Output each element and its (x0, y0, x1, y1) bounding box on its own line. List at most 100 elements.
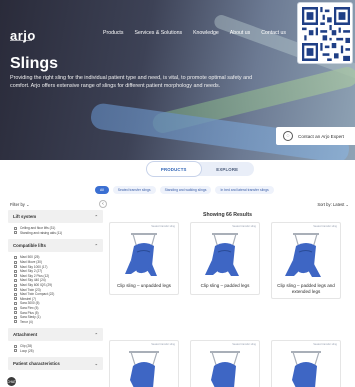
option-label: Tenor (4) (20, 319, 33, 324)
chevron-down-icon: ⌄ (94, 361, 98, 367)
results-count: Showing 66 Results (203, 212, 253, 218)
nav-item-services[interactable]: Services & Solutions (134, 30, 182, 36)
collapse-sidebar-button[interactable]: ‹ (99, 200, 107, 208)
facet-header[interactable]: Compatible lifts ⌃ (8, 239, 103, 253)
product-card[interactable]: Seated transfer sling (190, 340, 260, 387)
product-name[interactable]: Clip sling – unpadded legs (110, 283, 178, 289)
page-title: Slings (10, 55, 59, 72)
option-label: Loop (25) (20, 348, 34, 353)
chat-bubble-icon: ◌ (283, 131, 293, 141)
checkbox[interactable] (14, 344, 17, 348)
product-card[interactable]: Seated transfer sling Clip sling – unpad… (109, 222, 179, 295)
facet-lift-system: Lift system ⌃ Ceiling and floor lifts (31… (8, 210, 103, 235)
option-label: Maxi Twin (23) (20, 287, 41, 292)
nav-item-contact[interactable]: Contact us (261, 30, 286, 36)
option-label: Maxi Twin Compact (22) (20, 292, 55, 297)
checkbox[interactable] (14, 226, 17, 230)
nav-item-about[interactable]: About us (230, 30, 250, 36)
contact-expert-button[interactable]: ◌ Contact an Arjo Expert (276, 127, 355, 145)
checkbox[interactable] (14, 301, 17, 305)
product-card[interactable]: Seated transfer sling Clip sling – padde… (190, 222, 260, 295)
option-label: Maxi Sky 1000 (17) (20, 264, 48, 269)
filter-by-text: Filter by (10, 202, 25, 207)
chip-standing-walking[interactable]: Standing and walking slings (159, 186, 212, 194)
checkbox[interactable] (14, 288, 17, 292)
option-label: Sara Stedy (1) (20, 315, 41, 320)
facet-compatible-lifts: Compatible lifts ⌃ Maxi 500 (25) Maxi Mov… (8, 239, 103, 324)
option-label: Standing and raising aids (11) (20, 230, 63, 235)
tab-explore[interactable]: EXPLORE (201, 162, 255, 176)
sling-image (110, 341, 178, 387)
nav-item-knowledge[interactable]: Knowledge (193, 30, 219, 36)
product-category-badge: Seated transfer sling (232, 343, 256, 346)
facet-header[interactable]: Attachment ⌃ (8, 328, 103, 342)
product-category-badge: Seated transfer sling (313, 225, 337, 228)
facet-header[interactable]: Patient characteristics ⌄ (8, 357, 103, 371)
checkbox[interactable] (14, 311, 17, 315)
checkbox[interactable] (14, 269, 17, 273)
category-chips: All Seated transfer slings Standing and … (95, 186, 274, 194)
chip-seated-transfer[interactable]: Seated transfer slings (112, 186, 156, 194)
sling-image (191, 341, 259, 387)
chevron-down-icon: ⌄ (345, 202, 349, 207)
checkbox[interactable] (14, 283, 17, 287)
nav-item-products[interactable]: Products (103, 30, 123, 36)
filter-option[interactable]: Tenor (4) (8, 320, 103, 325)
sling-image (110, 223, 178, 283)
chip-in-bed-lateral[interactable]: In bed and lateral transfer slings (215, 186, 274, 194)
view-tabs: PRODUCTS EXPLORE (147, 162, 254, 176)
checkbox[interactable] (14, 320, 17, 324)
facet-title: Patient characteristics (13, 361, 60, 367)
qr-code-icon (302, 7, 350, 61)
option-label: Clip (28) (20, 344, 33, 349)
checkbox[interactable] (14, 292, 17, 296)
option-label: Maxi Sky 600 IQS (29) (20, 283, 53, 288)
sling-image (191, 223, 259, 283)
product-name[interactable]: Clip sling – padded legs (191, 283, 259, 289)
filter-by-label[interactable]: Filter by ⌄ (10, 202, 30, 207)
checkbox[interactable] (14, 274, 17, 278)
sort-by-dropdown[interactable]: Sort by: Latest ⌄ (317, 202, 349, 207)
filter-option[interactable]: Loop (25) (8, 349, 103, 354)
facet-title: Attachment (13, 332, 38, 338)
checkbox[interactable] (14, 306, 17, 310)
sling-image (272, 223, 340, 283)
checkbox[interactable] (14, 349, 17, 353)
option-label: Sara Flex (5) (20, 306, 39, 311)
product-name[interactable]: Clip sling – padded legs and extended le… (272, 283, 340, 295)
sling-icon (285, 233, 321, 277)
checkbox[interactable] (14, 260, 17, 264)
checkbox[interactable] (14, 231, 17, 235)
checkbox[interactable] (14, 255, 17, 259)
facet-attachment: Attachment ⌃ Clip (28) Loop (25) (8, 328, 103, 353)
facet-header[interactable]: Lift system ⌃ (8, 210, 103, 223)
filter-option[interactable]: Standing and raising aids (11) (8, 231, 103, 236)
option-label: Maxi Sky 2 (27) (20, 269, 43, 274)
option-label: Maxi Move (30) (20, 260, 42, 265)
option-label: Sara Plus (5) (20, 310, 39, 315)
sort-by-text: Sort by: Latest (317, 202, 345, 207)
chat-widget-button[interactable]: CHAT (7, 377, 16, 386)
checkbox[interactable] (14, 315, 17, 319)
product-card[interactable]: Seated transfer sling Clip sling – padde… (271, 222, 341, 299)
checkbox[interactable] (14, 297, 17, 301)
option-label: Sara 3000 (5) (20, 301, 40, 306)
facet-title: Compatible lifts (13, 243, 46, 249)
sling-image (272, 341, 340, 387)
option-label: Maxi Sky 2 Plus (12) (20, 273, 50, 278)
product-category-badge: Seated transfer sling (313, 343, 337, 346)
sling-icon (210, 351, 240, 387)
option-label: Maxi 500 (25) (20, 255, 40, 260)
chip-all[interactable]: All (95, 186, 109, 194)
checkbox[interactable] (14, 265, 17, 269)
page-description: Providing the right sling for the indivi… (10, 75, 253, 89)
facet-patient-characteristics: Patient characteristics ⌄ (8, 357, 103, 371)
product-card[interactable]: Seated transfer sling (271, 340, 341, 387)
qr-code (297, 2, 353, 64)
product-category-badge: Seated transfer sling (151, 225, 175, 228)
checkbox[interactable] (14, 278, 17, 282)
product-category-badge: Seated transfer sling (232, 225, 256, 228)
product-category-badge: Seated transfer sling (151, 343, 175, 346)
tab-products[interactable]: PRODUCTS (147, 162, 201, 176)
product-card[interactable]: Seated transfer sling (109, 340, 179, 387)
